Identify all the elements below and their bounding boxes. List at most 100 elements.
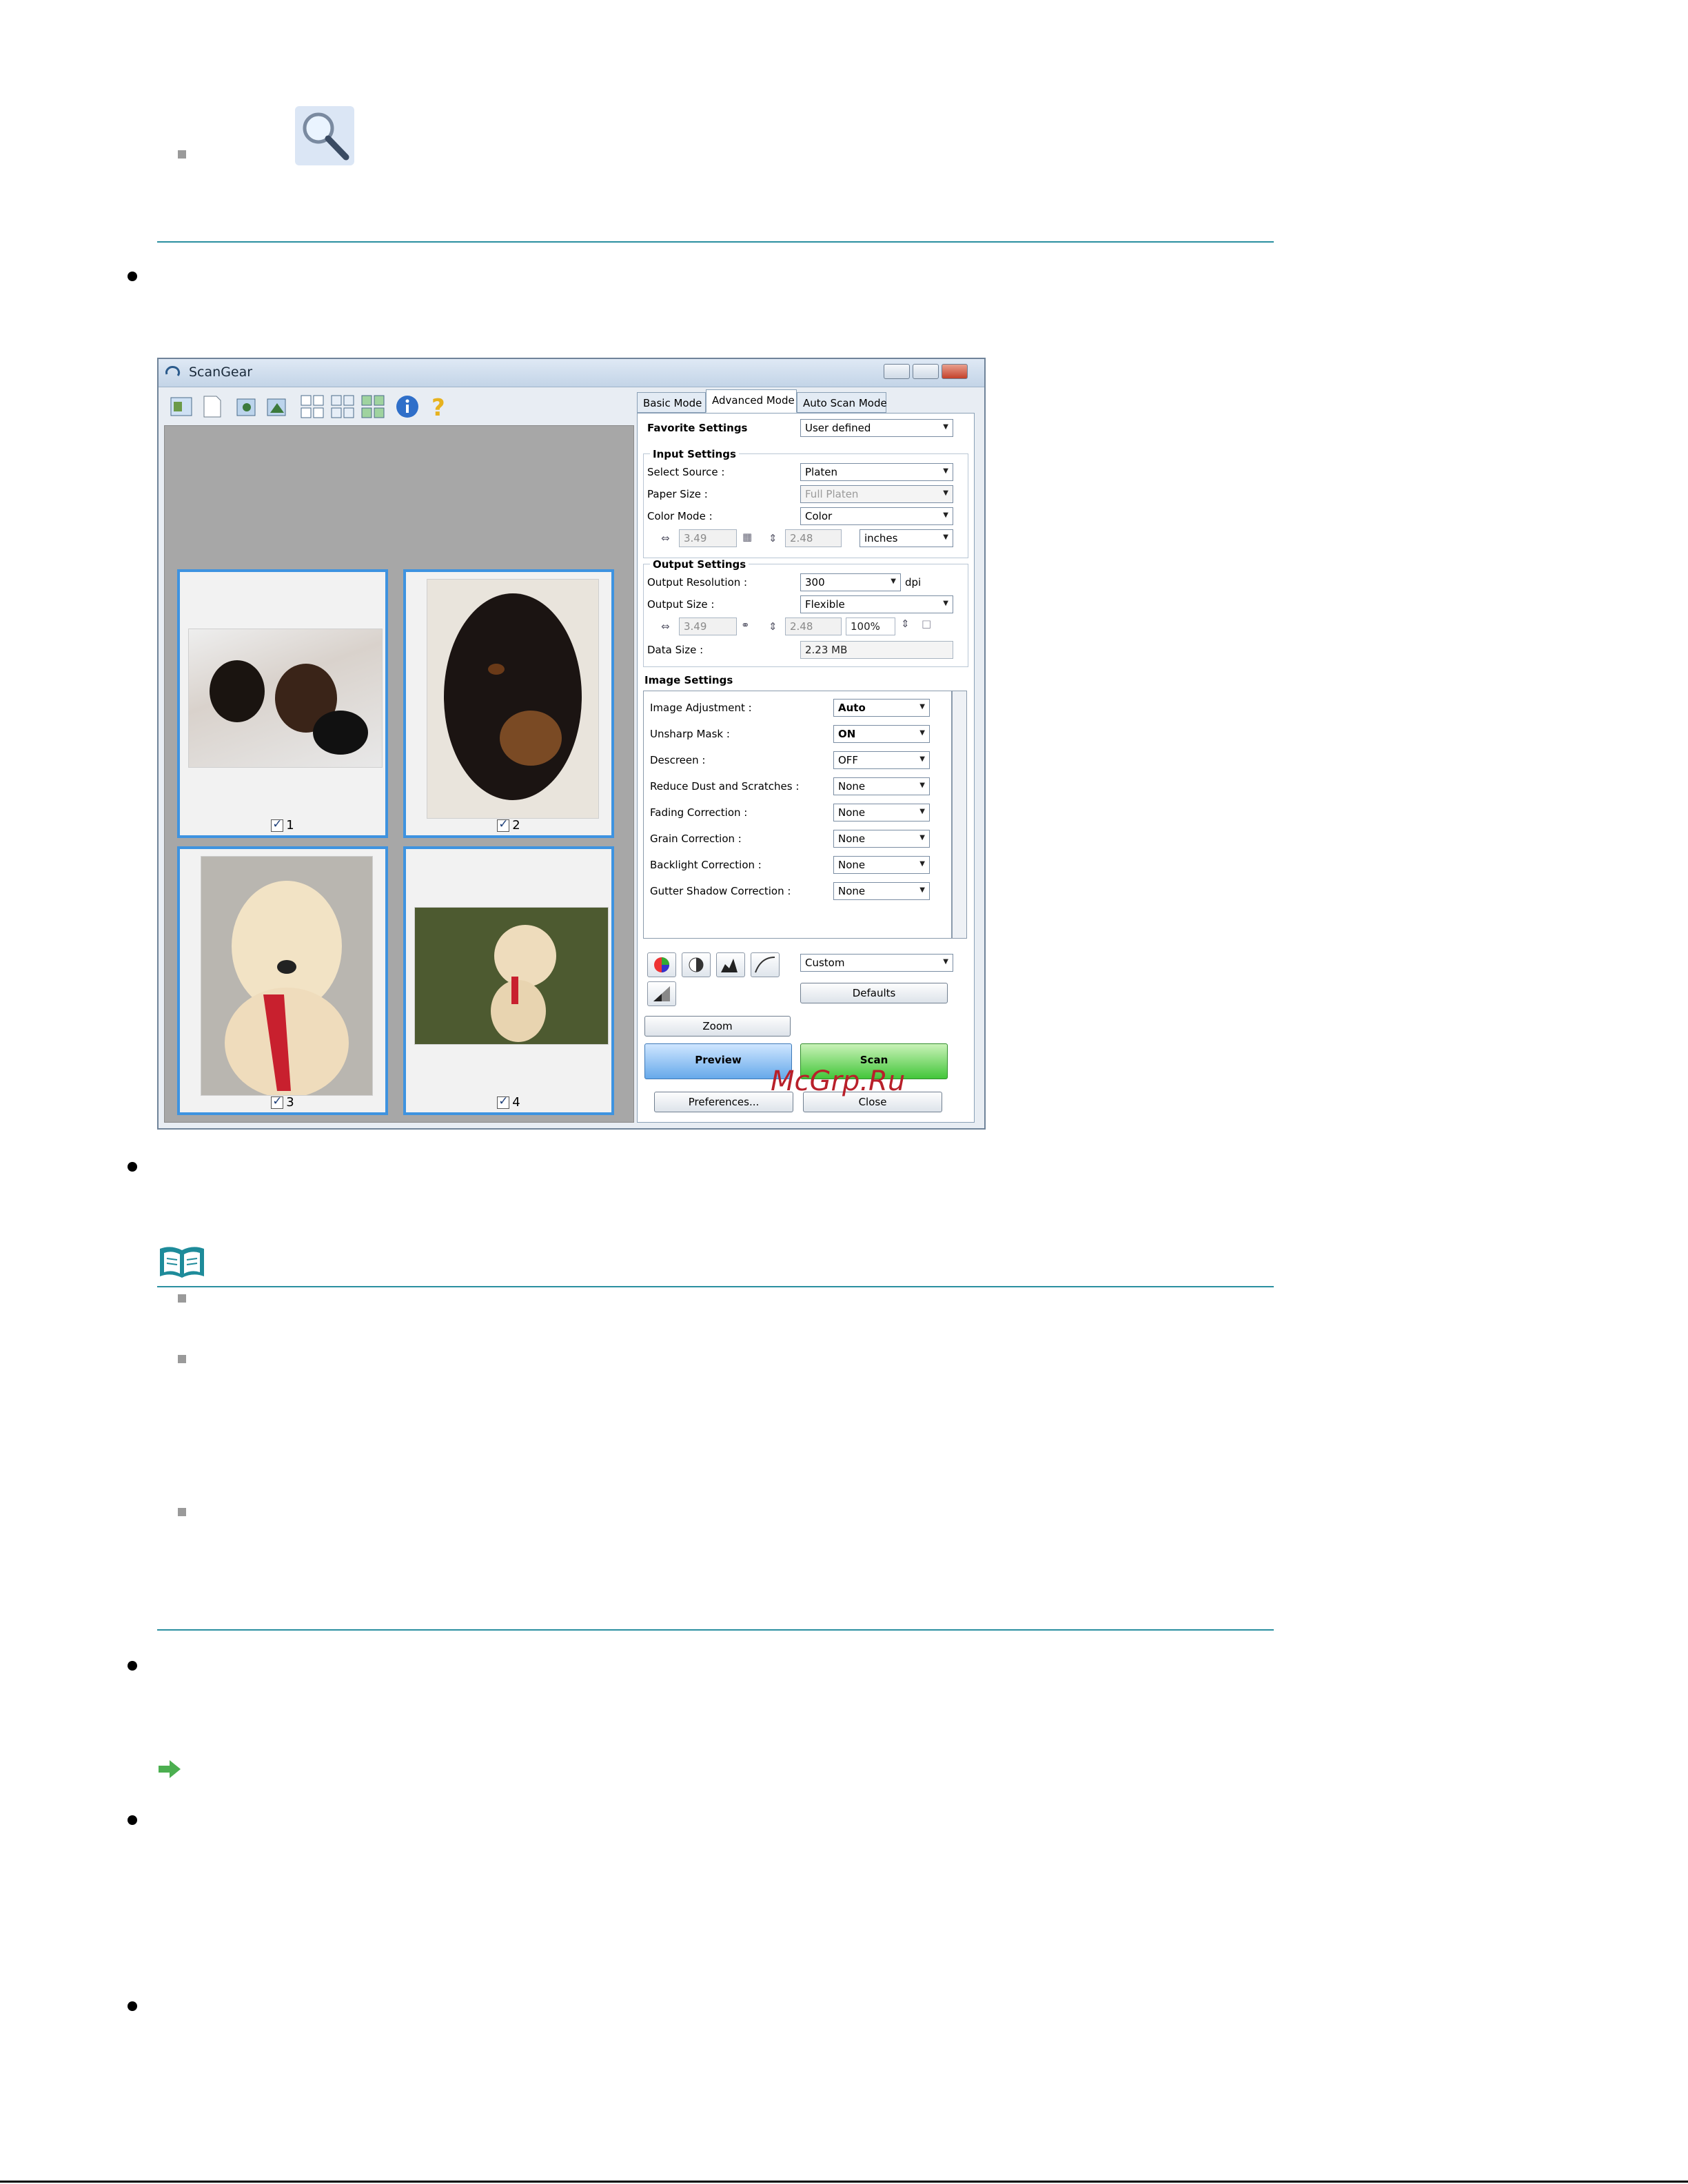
paper-size-label: Paper Size : [647,488,708,500]
list-bullet [128,1162,137,1172]
select-source-label: Select Source : [647,466,725,478]
image-setting-select[interactable]: None [833,777,930,795]
list-bullet [128,272,137,281]
thumbnail-checkbox[interactable] [497,817,510,832]
tone-curve-icon[interactable] [751,952,780,977]
swap-icon[interactable]: □ [922,618,931,630]
image-setting-select[interactable]: ON [833,725,930,743]
image-setting-select[interactable]: Auto [833,699,930,717]
tab-basic-mode[interactable]: Basic Mode [637,392,706,413]
thumbnail-caption: 2 [406,817,611,833]
input-width-field[interactable]: 3.49 [679,529,737,547]
preview-area: 1 2 3 4 [164,425,634,1123]
image-settings-scrollbar[interactable] [952,691,967,939]
info-icon[interactable] [394,394,420,420]
document-icon[interactable] [199,394,225,420]
thumbnail-caption: 4 [406,1094,611,1110]
note-divider [157,1286,1274,1287]
whole-image-view-icon[interactable] [360,394,386,420]
thumbnail-checkbox[interactable] [497,1094,510,1109]
defaults-button[interactable]: Defaults [800,983,948,1003]
channel-mix-icon[interactable] [647,952,676,977]
list-bullet [178,150,186,159]
preview-button[interactable]: Preview [644,1043,792,1079]
favorite-settings-label: Favorite Settings [647,422,748,434]
page-bottom-rule [0,2181,1688,2183]
aspect-lock-icon[interactable]: ▦ [742,531,752,543]
photo-two-dogs [188,629,383,768]
thumbnail-frame[interactable]: 4 [403,846,614,1115]
tab-advanced-mode[interactable]: Advanced Mode [706,389,797,413]
thumbnail-frame[interactable]: 3 [177,846,388,1115]
note-book-icon [157,1245,207,1279]
data-size-value: 2.23 MB [800,641,953,659]
output-size-select[interactable]: Flexible [800,595,953,613]
thumbnail-frame[interactable]: 2 [403,569,614,838]
mirror-image-icon[interactable] [263,394,289,420]
list-bullet [178,1355,186,1363]
image-settings-heading: Image Settings [644,674,733,686]
image-setting-select[interactable]: None [833,830,930,848]
scangear-window: ScanGear ? 1 2 [157,358,986,1130]
zoom-button[interactable]: Zoom [644,1016,791,1037]
scale-spinner-icon[interactable]: ⇕ [901,618,910,630]
help-icon[interactable]: ? [425,394,451,422]
minimize-button[interactable] [884,364,910,379]
toolbar: ? [161,389,633,424]
image-setting-select[interactable]: None [833,856,930,874]
width-icon: ⇔ [661,532,670,544]
image-setting-label: Descreen : [650,754,706,766]
paper-size-select[interactable]: Full Platen [800,485,953,503]
thumbnail-view-icon[interactable] [329,394,356,420]
brightness-contrast-icon[interactable] [682,952,711,977]
image-setting-label: Fading Correction : [650,806,748,819]
image-setting-label: Backlight Correction : [650,859,762,871]
rotate-image-icon[interactable] [233,394,259,420]
favorite-settings-select[interactable]: User defined [800,419,953,437]
image-setting-select[interactable]: None [833,882,930,900]
input-height-field[interactable]: 2.48 [785,529,842,547]
settings-panel: Basic Mode Advanced Mode Auto Scan Mode … [634,389,982,1127]
thumbnail-caption: 1 [180,817,385,833]
list-bullet [178,1294,186,1303]
select-source-select[interactable]: Platen [800,463,953,481]
image-setting-label: Image Adjustment : [650,702,752,714]
image-setting-select[interactable]: None [833,804,930,821]
thumbnail-checkbox[interactable] [271,817,284,832]
image-setting-label: Unsharp Mask : [650,728,730,740]
data-size-label: Data Size : [647,644,704,656]
link-icon[interactable]: ⚭ [741,619,750,631]
tab-auto-scan-mode[interactable]: Auto Scan Mode [797,392,887,413]
select-all-icon[interactable] [299,394,325,420]
photo-labrador [201,856,373,1098]
list-bullet [128,1661,137,1671]
output-height-field[interactable]: 2.48 [785,618,842,635]
output-resolution-select[interactable]: 300 [800,573,901,591]
thumbnail-caption: 3 [180,1094,385,1110]
image-setting-select[interactable]: OFF [833,751,930,769]
watermark: McGrp.Ru [771,1065,906,1097]
title-bar: ScanGear [159,359,984,387]
unit-select[interactable]: inches [860,529,953,547]
input-settings-heading: Input Settings [650,448,739,460]
histogram-icon[interactable] [716,952,745,977]
height-icon: ⇕ [769,620,777,633]
dpi-label: dpi [905,576,922,589]
thumbnail-frame[interactable]: 1 [177,569,388,838]
section-divider [157,241,1274,243]
list-bullet [128,2001,137,2011]
output-width-field[interactable]: 3.49 [679,618,737,635]
output-resolution-label: Output Resolution : [647,576,748,589]
maximize-button[interactable] [913,364,939,379]
color-mode-select[interactable]: Color [800,507,953,525]
thumbnail-checkbox[interactable] [271,1094,284,1109]
green-arrow-icon[interactable] [157,1759,182,1779]
tone-button-row [647,952,785,1008]
image-setting-label: Reduce Dust and Scratches : [650,780,800,793]
advanced-mode-body: Favorite Settings User defined Input Set… [637,413,975,1123]
tone-settings-select[interactable]: Custom [800,954,953,972]
rotate-left-icon[interactable] [168,394,194,420]
close-window-button[interactable] [942,364,968,379]
scale-field[interactable]: 100% [846,618,895,635]
threshold-icon[interactable] [647,981,676,1006]
